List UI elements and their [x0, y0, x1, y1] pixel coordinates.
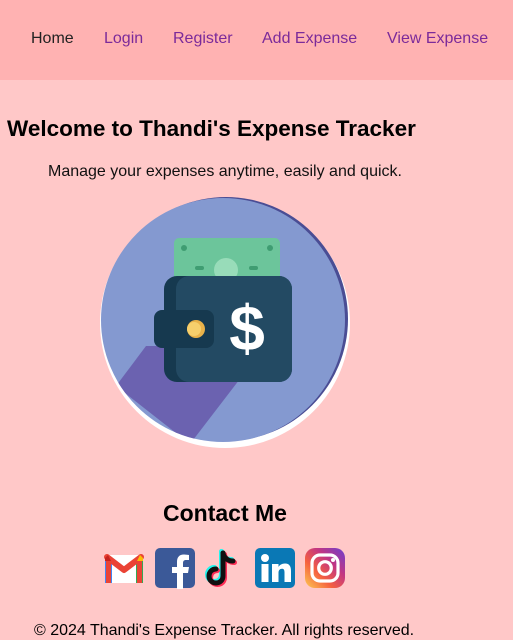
nav-link-login[interactable]: Login — [104, 29, 143, 48]
page-subtitle: Manage your expenses anytime, easily and… — [48, 163, 402, 180]
svg-text:$: $ — [229, 292, 265, 364]
navbar: Home Login Register Add Expense View Exp… — [0, 0, 513, 80]
instagram-icon[interactable] — [304, 547, 346, 589]
footer-copyright: © 2024 Thandi's Expense Tracker. All rig… — [34, 622, 415, 639]
contact-title: Contact Me — [163, 500, 287, 526]
page-title: Welcome to Thandi's Expense Tracker — [7, 116, 416, 141]
gmail-icon[interactable] — [103, 547, 145, 589]
nav-link-add-expense[interactable]: Add Expense — [262, 29, 357, 48]
tiktok-icon[interactable] — [204, 547, 246, 589]
wallet-dollar-icon: $ — [98, 196, 352, 450]
facebook-icon[interactable] — [154, 547, 196, 589]
linkedin-icon[interactable] — [254, 547, 296, 589]
nav-link-view-expense[interactable]: View Expense — [387, 29, 488, 48]
nav-link-register[interactable]: Register — [173, 29, 233, 48]
nav-link-home[interactable]: Home — [31, 29, 74, 48]
